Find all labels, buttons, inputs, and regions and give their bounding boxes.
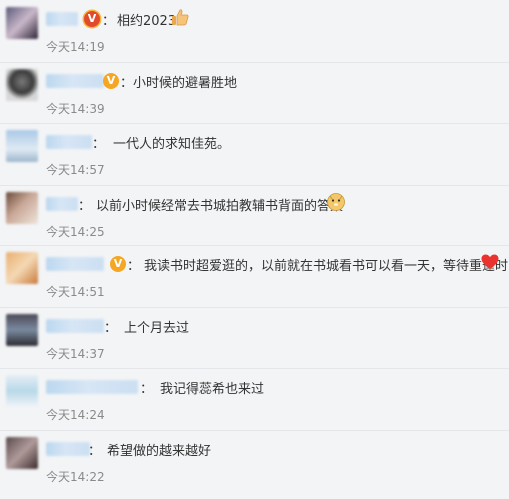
colon: ： [78, 199, 92, 214]
colon: ： [92, 137, 106, 152]
avatar[interactable] [6, 192, 38, 224]
colon: ： [104, 321, 118, 336]
comment-item: ： 我记得蕊希也来过 今天14:24 [0, 368, 509, 431]
username[interactable] [46, 197, 78, 211]
comment-time: 今天14:19 [46, 40, 105, 54]
avatar[interactable] [6, 252, 38, 284]
comment-time: 今天14:25 [46, 225, 105, 239]
username[interactable] [46, 12, 78, 26]
username[interactable] [46, 135, 92, 149]
avatar[interactable] [6, 375, 38, 407]
verified-badge-icon: V [110, 256, 126, 272]
username[interactable] [46, 257, 104, 271]
heart-icon [481, 254, 499, 269]
doge-icon [327, 193, 345, 211]
comment-time: 今天14:22 [46, 470, 105, 484]
comment-text: 相约2023 [117, 14, 177, 29]
comment-text: 上个月去过 [124, 321, 190, 336]
comment-time: 今天14:57 [46, 163, 105, 177]
username[interactable] [46, 319, 104, 333]
comment-item: ： 希望做的越来越好 今天14:22 [0, 430, 509, 499]
comment-item: V ： 我读书时超爱逛的，以前就在书城看书可以看一天，等待重逢时 今天14:51 [0, 245, 509, 308]
comment-time: 今天14:37 [46, 347, 105, 361]
comment-time: 今天14:24 [46, 408, 105, 422]
comment-time: 今天14:39 [46, 102, 105, 116]
colon: ： [120, 76, 134, 91]
username[interactable] [46, 442, 90, 456]
avatar[interactable] [6, 314, 38, 346]
verified-badge-icon: V [103, 73, 119, 89]
thumbs-up-icon [172, 9, 189, 26]
avatar[interactable] [6, 437, 38, 469]
comment-item: ： 以前小时候经常去书城拍教辅书背面的答案 今天14:25 [0, 185, 509, 246]
colon: ： [140, 382, 154, 397]
comment-text: 希望做的越来越好 [107, 444, 212, 459]
comment-text: 以前小时候经常去书城拍教辅书背面的答案 [96, 199, 344, 214]
comment-item: V ： 小时候的避暑胜地 今天14:39 [0, 62, 509, 124]
avatar[interactable] [6, 7, 38, 39]
username[interactable] [46, 380, 138, 394]
comment-text: 我记得蕊希也来过 [160, 382, 265, 397]
comment-item: V ： 相约2023 今天14:19 [0, 0, 509, 63]
colon: ： [88, 444, 102, 459]
comment-time: 今天14:51 [46, 285, 105, 299]
username[interactable] [46, 74, 104, 88]
comment-text: 一代人的求知佳苑。 [113, 137, 231, 152]
colon: ： [102, 14, 116, 29]
colon: ： [127, 259, 141, 274]
comment-item: ： 上个月去过 今天14:37 [0, 307, 509, 369]
verified-badge-icon: V [84, 11, 100, 27]
comment-text: 小时候的避暑胜地 [133, 76, 238, 91]
avatar[interactable] [6, 69, 38, 101]
comment-text: 我读书时超爱逛的，以前就在书城看书可以看一天，等待重逢时 [144, 259, 509, 274]
comment-item: ： 一代人的求知佳苑。 今天14:57 [0, 123, 509, 186]
avatar[interactable] [6, 130, 38, 162]
